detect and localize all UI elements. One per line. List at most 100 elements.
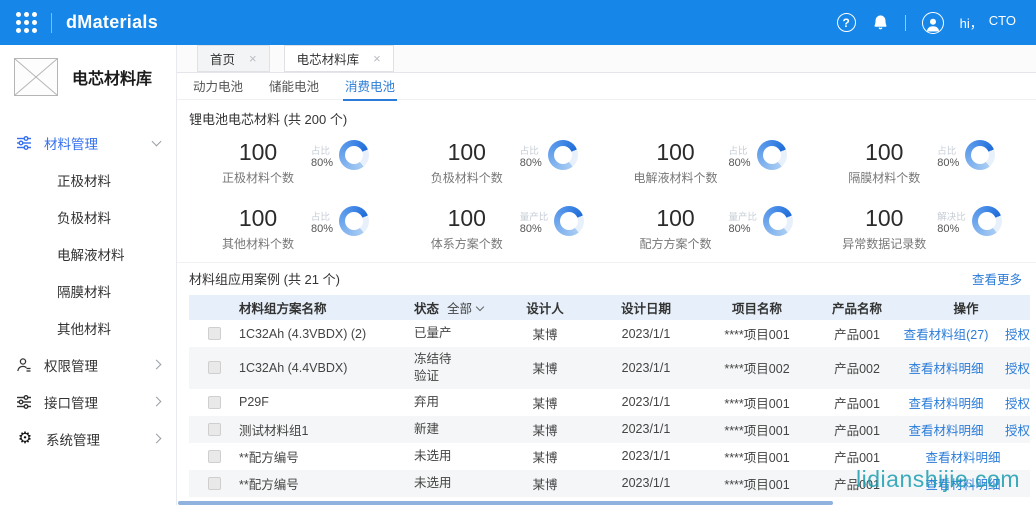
stats-panel: 锂电池电芯材料 (共 200 个) 100 正极材料个数 占比 80% xyxy=(177,100,1036,262)
cell-product: 产品001 xyxy=(818,324,896,343)
ratio-label: 占比 xyxy=(729,143,748,157)
cell-project: ****项目001 xyxy=(696,420,818,439)
cell-designer: 某博 xyxy=(494,447,596,466)
col-product: 产品名称 xyxy=(818,298,896,317)
stat-label: 异常数据记录数 xyxy=(842,235,926,252)
cell-product: 产品001 xyxy=(818,420,896,439)
subtab-label: 储能电池 xyxy=(269,80,319,94)
status-filter-dropdown[interactable]: 全部 xyxy=(447,298,483,317)
sidebar-item-label: 系统管理 xyxy=(46,429,141,449)
broken-image-placeholder-icon xyxy=(14,58,58,96)
table-row: P29F 弃用 某博 2023/1/1 ****项目001 产品001 查看材料… xyxy=(189,389,1030,416)
cell-name: 测试材料组1 xyxy=(239,420,414,439)
cell-product: 产品001 xyxy=(818,447,896,466)
cell-project: ****项目001 xyxy=(696,447,818,466)
view-more-link[interactable]: 查看更多 xyxy=(972,269,1022,288)
sidebar: 电芯材料库 材料管理 正极材料 负极材料 xyxy=(0,45,177,505)
progress-ring-icon xyxy=(965,140,995,170)
cell-designer: 某博 xyxy=(494,358,596,377)
stat-value: 100 xyxy=(865,140,903,165)
top-app-bar: dMaterials ? hi， CTO xyxy=(0,0,1036,45)
person-icon xyxy=(16,357,32,373)
cell-designer: 某博 xyxy=(494,474,596,493)
stat-card: 100 异常数据记录数 解决比 80% xyxy=(815,202,1024,256)
battery-type-tab[interactable]: 储能电池 xyxy=(267,71,321,101)
stat-value: 100 xyxy=(865,206,903,231)
battery-type-tab[interactable]: 动力电池 xyxy=(191,71,245,101)
page-tab[interactable]: 首页 × xyxy=(197,45,270,72)
app-title: dMaterials xyxy=(66,12,158,33)
progress-ring-icon xyxy=(763,206,793,236)
stat-label: 负极材料个数 xyxy=(431,169,503,186)
view-detail-link[interactable]: 查看材料明细 xyxy=(896,393,996,412)
user-role: CTO xyxy=(989,13,1016,32)
cell-date: 2023/1/1 xyxy=(596,395,696,409)
cell-status: 新建 xyxy=(414,417,494,442)
row-checkbox[interactable] xyxy=(208,327,221,340)
stat-card: 100 体系方案个数 量产比 80% xyxy=(398,202,607,256)
help-icon[interactable]: ? xyxy=(837,13,856,32)
stat-value: 100 xyxy=(239,206,277,231)
cases-title: 材料组应用案例 (共 21 个) xyxy=(189,269,340,288)
ratio-label: 占比 xyxy=(311,209,330,223)
view-detail-link[interactable]: 查看材料明细 xyxy=(896,420,996,439)
view-detail-link[interactable]: 查看材料明细 xyxy=(896,358,996,377)
view-detail-link[interactable]: 查看材料明细 xyxy=(896,447,1030,466)
progress-ring-icon xyxy=(339,206,369,236)
authorize-link[interactable]: 授权 xyxy=(996,420,1030,439)
authorize-link[interactable]: 授权 xyxy=(996,393,1030,412)
ratio-label: 占比 xyxy=(520,143,539,157)
ratio-label: 占比 xyxy=(937,143,956,157)
cell-date: 2023/1/1 xyxy=(596,361,696,375)
stat-value: 100 xyxy=(239,140,277,165)
sliders-icon xyxy=(16,135,32,151)
topbar-separator xyxy=(905,15,906,31)
sidebar-item-system-management[interactable]: ⚙ 系统管理 xyxy=(0,420,176,457)
topbar-divider xyxy=(51,13,52,33)
col-date: 设计日期 xyxy=(596,298,696,317)
row-checkbox[interactable] xyxy=(208,477,221,490)
sidebar-item-label: 材料管理 xyxy=(44,133,141,153)
battery-type-tab[interactable]: 消费电池 xyxy=(343,71,397,101)
stat-card: 100 其他材料个数 占比 80% xyxy=(189,202,398,256)
row-checkbox[interactable] xyxy=(208,450,221,463)
sidebar-subitem[interactable]: 负极材料 xyxy=(0,198,176,235)
row-checkbox[interactable] xyxy=(208,361,221,374)
view-detail-link[interactable]: 查看材料组(27) xyxy=(896,324,996,343)
cell-name: **配方编号 xyxy=(239,474,414,493)
sidebar-subitem[interactable]: 其他材料 xyxy=(0,309,176,346)
stat-label: 体系方案个数 xyxy=(431,235,503,252)
page-tab[interactable]: 电芯材料库 × xyxy=(284,45,394,72)
col-ops: 操作 xyxy=(896,298,1036,317)
notification-bell-icon[interactable] xyxy=(872,14,889,31)
cell-name: **配方编号 xyxy=(239,447,414,466)
stat-label: 其他材料个数 xyxy=(222,235,294,252)
row-checkbox[interactable] xyxy=(208,396,221,409)
sidebar-subitem[interactable]: 电解液材料 xyxy=(0,235,176,272)
tab-label: 首页 xyxy=(210,49,235,68)
horizontal-scrollbar[interactable] xyxy=(178,501,833,505)
stat-cards: 100 正极材料个数 占比 80% 100 负极材料个数 xyxy=(189,136,1024,256)
authorize-link[interactable]: 授权 xyxy=(996,358,1030,377)
authorize-link[interactable]: 授权 xyxy=(996,324,1030,343)
app-launcher-icon[interactable] xyxy=(16,12,37,33)
ratio-label: 量产比 xyxy=(729,209,758,223)
stat-card: 100 隔膜材料个数 占比 80% xyxy=(815,136,1024,190)
sidebar-subitem[interactable]: 正极材料 xyxy=(0,161,176,198)
user-avatar[interactable] xyxy=(922,12,944,34)
cell-date: 2023/1/1 xyxy=(596,327,696,341)
progress-ring-icon xyxy=(972,206,1002,236)
stats-title: 锂电池电芯材料 (共 200 个) xyxy=(189,109,1024,128)
ratio-value: 80% xyxy=(937,223,959,235)
sidebar-item-permission-management[interactable]: 权限管理 xyxy=(0,346,176,383)
close-icon[interactable]: × xyxy=(373,52,381,65)
sidebar-item-interface-management[interactable]: 接口管理 xyxy=(0,383,176,420)
sidebar-item-material-management[interactable]: 材料管理 xyxy=(0,124,176,161)
sidebar-subitem[interactable]: 隔膜材料 xyxy=(0,272,176,309)
close-icon[interactable]: × xyxy=(249,52,257,65)
cell-designer: 某博 xyxy=(494,324,596,343)
sidebar-item-label: 接口管理 xyxy=(44,392,141,412)
row-checkbox[interactable] xyxy=(208,423,221,436)
view-detail-link[interactable]: 查看材料明细 xyxy=(896,501,1030,505)
cell-name: P29F xyxy=(239,395,414,409)
